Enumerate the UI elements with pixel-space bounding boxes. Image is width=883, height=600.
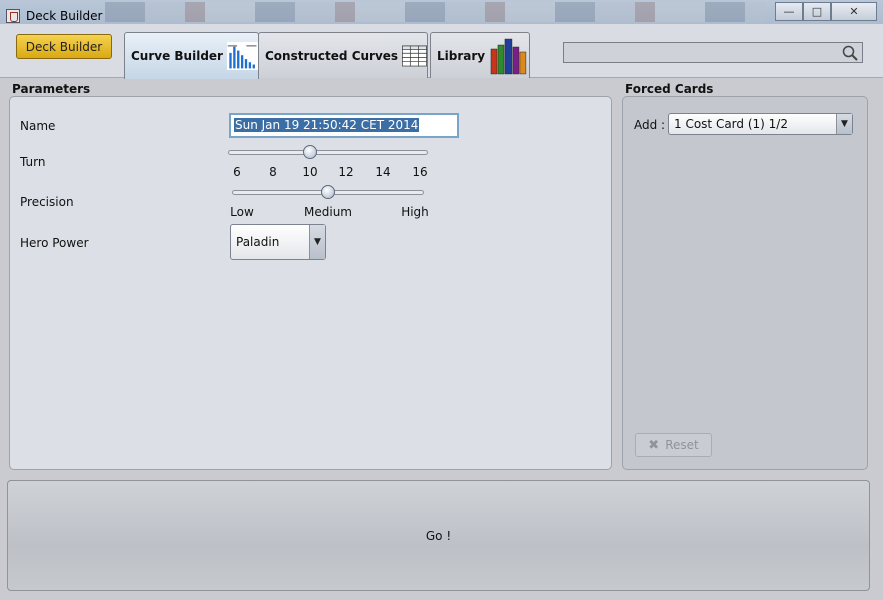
turn-tick: 16	[412, 165, 428, 179]
minimize-button[interactable]: —	[775, 2, 803, 21]
turn-tick: 12	[338, 165, 354, 179]
maximize-button[interactable]: □	[803, 2, 831, 21]
table-icon	[402, 45, 427, 66]
reset-button[interactable]: ✖ Reset	[635, 433, 712, 457]
reset-x-icon: ✖	[648, 437, 660, 453]
tab-label: Constructed Curves	[265, 48, 399, 63]
deck-builder-button[interactable]: Deck Builder	[16, 34, 112, 59]
tab-library[interactable]: Library	[430, 32, 530, 78]
parameters-title: Parameters	[12, 82, 91, 96]
precision-tick: Low	[230, 205, 254, 219]
precision-label: Precision	[20, 195, 74, 209]
go-button[interactable]: Go !	[7, 480, 870, 591]
hero-power-value: Paladin	[236, 235, 280, 249]
precision-slider-thumb[interactable]	[321, 185, 335, 199]
precision-tick: Medium	[304, 205, 352, 219]
name-label: Name	[20, 119, 56, 133]
tab-curve-builder[interactable]: Curve Builder	[124, 32, 259, 79]
tab-label: Curve Builder	[131, 49, 223, 63]
precision-tick: High	[401, 205, 429, 219]
close-icon: ✕	[849, 5, 859, 18]
toolbar: Deck Builder Curve Builder Constructed C…	[0, 24, 883, 79]
tab-label: Library	[437, 48, 486, 63]
turn-tick: 6	[233, 165, 241, 179]
background-blur	[105, 2, 765, 22]
add-label: Add :	[634, 118, 666, 132]
add-card-value: 1 Cost Card (1) 1/2	[674, 117, 788, 131]
turn-tick: 10	[302, 165, 318, 179]
java-app-icon	[6, 9, 20, 23]
hero-power-select[interactable]: Paladin ▼	[230, 224, 326, 260]
add-card-select[interactable]: 1 Cost Card (1) 1/2 ▼	[668, 113, 853, 135]
window-controls: — □ ✕	[775, 2, 877, 22]
search-icon[interactable]	[842, 45, 858, 61]
reset-label: Reset	[665, 438, 699, 452]
turn-tick: 14	[375, 165, 391, 179]
hero-power-label: Hero Power	[20, 236, 89, 250]
forced-cards-panel	[622, 96, 868, 470]
minimize-icon: —	[783, 5, 795, 18]
window-title: Deck Builder	[26, 9, 103, 23]
bar-chart-icon	[226, 42, 258, 70]
name-field-value: Sun Jan 19 21:50:42 CET 2014	[234, 118, 420, 132]
turn-label: Turn	[20, 155, 46, 169]
maximize-icon: □	[811, 5, 823, 18]
tab-constructed-curves[interactable]: Constructed Curves	[258, 32, 428, 78]
turn-slider[interactable]	[228, 150, 428, 155]
close-button[interactable]: ✕	[831, 2, 877, 21]
chevron-down-icon[interactable]: ▼	[309, 225, 325, 259]
books-icon	[490, 38, 527, 74]
forced-cards-title: Forced Cards	[625, 82, 714, 96]
turn-slider-thumb[interactable]	[303, 145, 317, 159]
name-field[interactable]: Sun Jan 19 21:50:42 CET 2014	[229, 113, 459, 138]
chevron-down-icon[interactable]: ▼	[836, 114, 852, 134]
turn-tick: 8	[269, 165, 277, 179]
search-input[interactable]	[563, 42, 863, 63]
